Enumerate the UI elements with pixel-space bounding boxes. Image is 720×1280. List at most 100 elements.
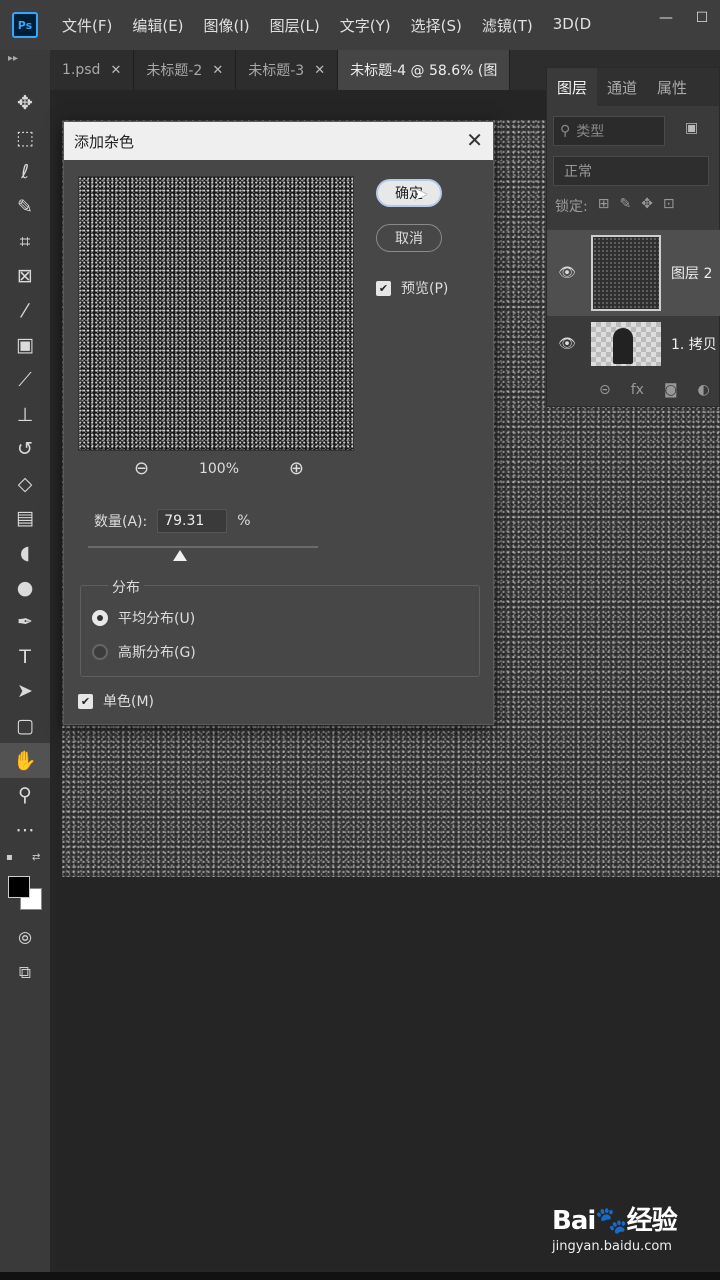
- path-select-tool-icon[interactable]: ➤: [0, 674, 50, 709]
- frame-tool-icon[interactable]: ⊠: [0, 259, 50, 294]
- close-icon[interactable]: ✕: [466, 128, 483, 152]
- radio-uniform-row[interactable]: 平均分布(U): [92, 608, 195, 628]
- close-icon[interactable]: ✕: [110, 63, 121, 78]
- menu-3d[interactable]: 3D(D: [553, 15, 592, 36]
- mask-icon[interactable]: ◙: [664, 382, 678, 398]
- tab-channels[interactable]: 通道: [597, 68, 647, 106]
- mono-checkbox-row[interactable]: ✔ 单色(M): [78, 691, 154, 711]
- radio-uniform[interactable]: [92, 610, 108, 626]
- hand-tool-icon[interactable]: ✋: [0, 743, 50, 778]
- toolbar-collapse-icon[interactable]: ▸▸: [8, 53, 18, 64]
- distribution-title: 分布: [108, 577, 144, 597]
- lock-artboard-icon[interactable]: ⊡: [663, 196, 675, 216]
- lasso-tool-icon[interactable]: ℓ: [0, 155, 50, 190]
- amount-slider-handle[interactable]: [173, 550, 187, 561]
- tab-1psd[interactable]: 1.psd ✕: [50, 50, 135, 90]
- pen-tool-icon[interactable]: ✒: [0, 605, 50, 640]
- radio-gaussian-row[interactable]: 高斯分布(G): [92, 642, 196, 662]
- default-colors-icon[interactable]: ▪: [6, 852, 13, 863]
- stamp-tool-icon[interactable]: ⊥: [0, 397, 50, 432]
- preview-checkbox[interactable]: ✔: [376, 280, 391, 296]
- dodge-tool-icon[interactable]: ●: [0, 570, 50, 605]
- brush-tool-icon[interactable]: ⟋: [0, 363, 50, 398]
- layer-row[interactable]: 👁 图层 2: [547, 230, 720, 316]
- link-icon[interactable]: ⊝: [599, 382, 611, 398]
- layers-panel: 图层 通道 属性 ⚲ 类型 ▣ 正常 锁定: ⊞ ✎ ✥ ⊡ 👁 图层 2 👁 …: [546, 67, 720, 407]
- tab-properties[interactable]: 属性: [647, 68, 697, 106]
- patch-tool-icon[interactable]: ▣: [0, 328, 50, 363]
- mono-label: 单色(M): [103, 694, 155, 710]
- preview-zoom: ⊖ 100% ⊕: [134, 458, 304, 479]
- quick-mask-icon[interactable]: ⦾: [0, 922, 50, 956]
- eyedropper-tool-icon[interactable]: ⁄: [0, 294, 50, 329]
- filter-preview[interactable]: [78, 176, 354, 451]
- gradient-tool-icon[interactable]: ▤: [0, 501, 50, 536]
- zoom-out-icon[interactable]: ⊖: [134, 458, 149, 479]
- lock-paint-icon[interactable]: ✎: [619, 196, 631, 216]
- crop-tool-icon[interactable]: ⌗: [0, 224, 50, 259]
- cancel-button[interactable]: 取消: [376, 224, 442, 252]
- tab-label: 1.psd: [62, 62, 101, 78]
- mono-checkbox[interactable]: ✔: [78, 693, 93, 709]
- history-brush-tool-icon[interactable]: ↺: [0, 432, 50, 467]
- amount-row: 数量(A): 79.31 %: [94, 509, 251, 533]
- amount-unit: %: [237, 513, 251, 529]
- fx-icon[interactable]: fx: [631, 382, 644, 398]
- shape-tool-icon[interactable]: ▢: [0, 709, 50, 744]
- ok-button[interactable]: 确定: [376, 179, 442, 207]
- baidu-watermark: Bai🐾经验 jingyan.baidu.com: [552, 1200, 692, 1254]
- layer-name: 1. 拷贝: [671, 337, 717, 353]
- foreground-color-swatch[interactable]: [8, 876, 30, 898]
- preview-checkbox-row[interactable]: ✔ 预览(P): [376, 278, 448, 298]
- tab-layers[interactable]: 图层: [547, 68, 598, 106]
- menu-layer[interactable]: 图层(L): [270, 15, 320, 36]
- move-tool-icon[interactable]: ✥: [0, 86, 50, 121]
- close-icon[interactable]: ✕: [314, 63, 325, 78]
- swap-colors-icon[interactable]: ⇄: [32, 852, 40, 863]
- menu-image[interactable]: 图像(I): [204, 15, 250, 36]
- blend-mode-select[interactable]: 正常: [553, 156, 709, 186]
- lock-pixels-icon[interactable]: ⊞: [598, 196, 610, 216]
- eraser-tool-icon[interactable]: ◇: [0, 467, 50, 502]
- adjustment-icon[interactable]: ◐: [698, 382, 710, 398]
- menu-select[interactable]: 选择(S): [411, 15, 462, 36]
- menu-file[interactable]: 文件(F): [62, 15, 112, 36]
- menu-edit[interactable]: 编辑(E): [132, 15, 183, 36]
- ps-logo: Ps: [12, 12, 38, 38]
- preview-label: 预览(P): [401, 281, 449, 297]
- menu-filter[interactable]: 滤镜(T): [482, 15, 533, 36]
- watermark-url: jingyan.baidu.com: [552, 1239, 672, 1254]
- layer-filter-input[interactable]: ⚲ 类型: [553, 116, 665, 146]
- tab-label: 未标题-3: [248, 63, 305, 79]
- distribution-group: [80, 585, 480, 677]
- radio-uniform-label: 平均分布(U): [118, 611, 196, 627]
- zoom-in-icon[interactable]: ⊕: [289, 458, 304, 479]
- more-tools-icon[interactable]: ⋯: [0, 812, 50, 847]
- menu-type[interactable]: 文字(Y): [340, 15, 391, 36]
- tab-untitled-3[interactable]: 未标题-3 ✕: [236, 50, 339, 90]
- image-filter-icon[interactable]: ▣: [685, 120, 698, 136]
- watermark-logo: Bai🐾经验: [552, 1206, 678, 1236]
- close-icon[interactable]: ✕: [212, 63, 223, 78]
- restore-icon[interactable]: ☐: [684, 0, 720, 36]
- minimize-icon[interactable]: —: [648, 0, 684, 36]
- layer-row[interactable]: 👁 1. 拷贝: [547, 320, 720, 368]
- lock-position-icon[interactable]: ✥: [641, 196, 653, 216]
- screen-mode-icon[interactable]: ⧉: [0, 956, 50, 990]
- eye-icon[interactable]: 👁: [547, 265, 587, 281]
- zoom-tool-icon[interactable]: ⚲: [0, 778, 50, 813]
- tab-untitled-4[interactable]: 未标题-4 @ 58.6% (图: [338, 50, 511, 90]
- eye-icon[interactable]: 👁: [547, 336, 587, 352]
- amount-slider[interactable]: [88, 546, 318, 548]
- amount-input[interactable]: 79.31: [157, 509, 228, 533]
- tab-label: 未标题-4 @ 58.6% (图: [350, 63, 498, 79]
- tab-untitled-2[interactable]: 未标题-2 ✕: [134, 50, 237, 90]
- window-controls: — ☐: [648, 0, 720, 36]
- type-tool-icon[interactable]: T: [0, 640, 50, 675]
- layer-thumbnail: [591, 322, 661, 366]
- radio-gaussian[interactable]: [92, 644, 108, 660]
- marquee-tool-icon[interactable]: ⬚: [0, 121, 50, 156]
- layer-thumbnail: [591, 235, 661, 311]
- quick-select-tool-icon[interactable]: ✎: [0, 190, 50, 225]
- blur-tool-icon[interactable]: ◖: [0, 536, 50, 571]
